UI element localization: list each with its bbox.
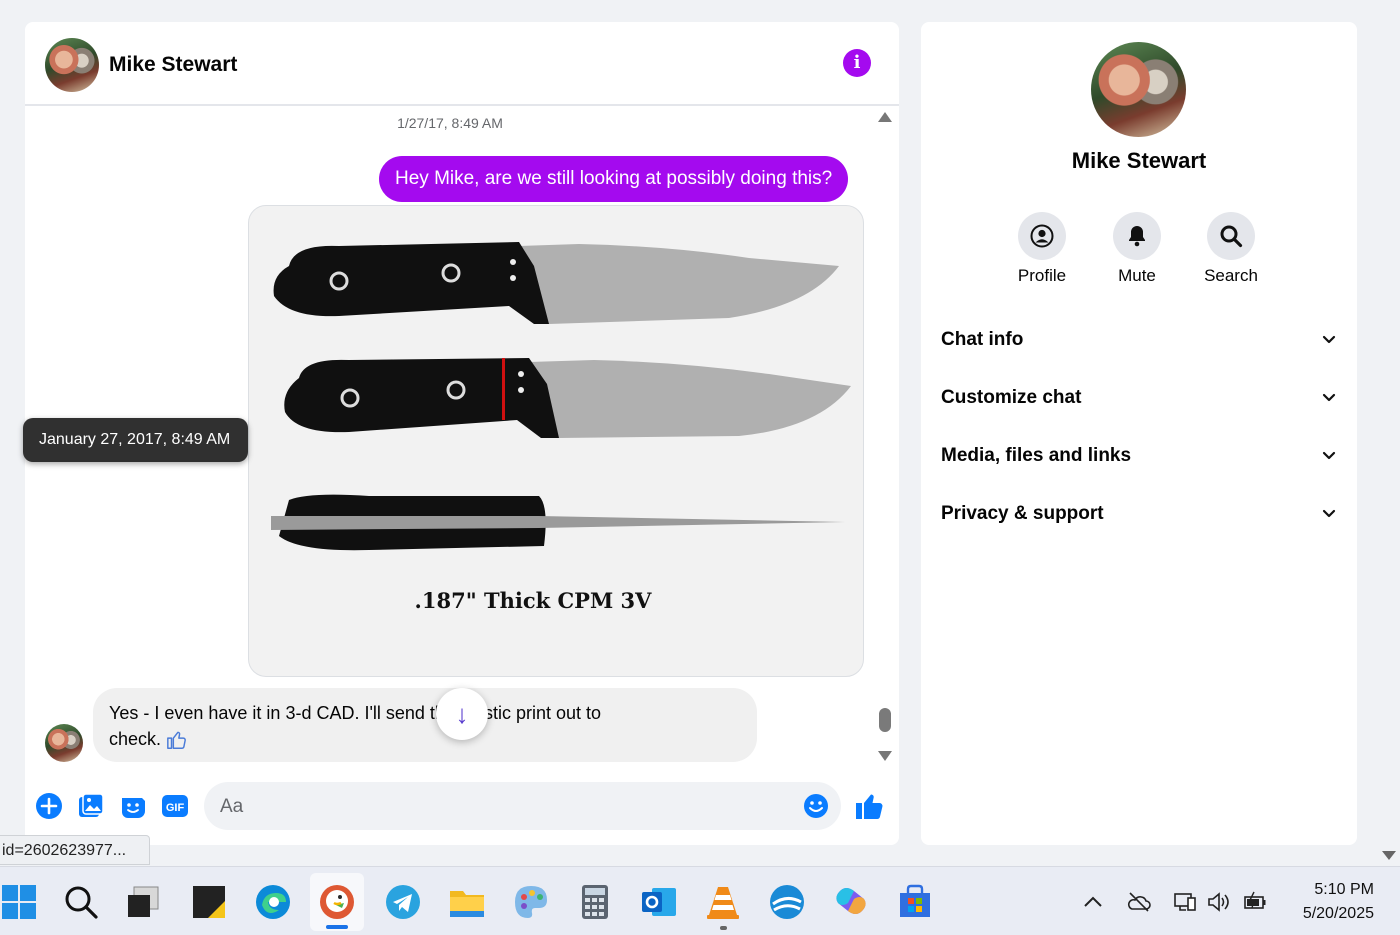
timestamp-tooltip: January 27, 2017, 8:49 AM: [23, 418, 248, 462]
clock-time[interactable]: 5:10 PM: [1290, 881, 1374, 899]
windows-start-icon[interactable]: [0, 883, 38, 921]
telegram-icon[interactable]: [384, 883, 422, 921]
scrollbar-up-arrow[interactable]: [878, 112, 892, 122]
chevron-down-icon: [1322, 335, 1336, 344]
chat-header: Mike Stewart i: [25, 22, 899, 106]
knife-drawing-image: .187" Thick CPM 3V: [271, 242, 851, 613]
copilot-icon[interactable]: [832, 883, 870, 921]
thumbs-up-icon: [167, 731, 186, 750]
section-label: Media, files and links: [941, 445, 1132, 466]
taskbar: 5:10 PM 5/20/2025: [0, 866, 1400, 935]
scrollbar-down-arrow[interactable]: [878, 751, 892, 761]
file-explorer-icon[interactable]: [448, 883, 486, 921]
calculator-icon[interactable]: [576, 883, 614, 921]
bell-icon: [1129, 226, 1145, 247]
microsoft-store-icon[interactable]: [896, 883, 934, 921]
like-icon[interactable]: [854, 790, 886, 822]
knife-2-blade: [529, 360, 851, 438]
profile-label: Profile: [1017, 266, 1067, 285]
profile-action[interactable]: Profile: [1002, 212, 1082, 286]
chevron-up-icon[interactable]: [1080, 889, 1106, 915]
search-label: Search: [1204, 266, 1258, 285]
section-chat-info[interactable]: Chat info: [941, 320, 1337, 360]
message-input-placeholder: Aa: [220, 796, 244, 817]
edge-icon[interactable]: [254, 883, 292, 921]
clock-date[interactable]: 5/20/2025: [1280, 905, 1374, 923]
shared-image[interactable]: .187" Thick CPM 3V: [248, 205, 864, 677]
search-icon: [1220, 225, 1243, 248]
gif-label: GIF: [166, 802, 185, 814]
chat-details-panel: Mike Stewart Profile Mute Search Chat in…: [921, 22, 1357, 845]
page-scroll-down-arrow[interactable]: [1382, 851, 1396, 860]
section-label: Chat info: [941, 329, 1024, 350]
contact-avatar-large[interactable]: [1091, 42, 1186, 137]
info-icon[interactable]: i: [843, 49, 871, 77]
contact-name[interactable]: Mike Stewart: [109, 53, 237, 77]
knife-1-blade: [519, 244, 839, 324]
network-icon[interactable]: [1172, 889, 1198, 915]
sticker-icon[interactable]: [119, 792, 147, 820]
scroll-to-bottom-button[interactable]: ↓: [436, 688, 488, 740]
search-icon[interactable]: [62, 883, 100, 921]
emoji-icon[interactable]: [803, 793, 829, 819]
scrollbar-thumb[interactable]: [879, 708, 891, 732]
contact-name-large: Mike Stewart: [1071, 148, 1207, 173]
chevron-down-icon: [1322, 509, 1336, 518]
paint-icon[interactable]: [512, 883, 550, 921]
gif-icon[interactable]: GIF: [161, 792, 189, 820]
chevron-down-icon: [1322, 393, 1336, 402]
task-view-icon[interactable]: [124, 883, 162, 921]
section-label: Customize chat: [941, 387, 1082, 408]
image-caption: .187" Thick CPM 3V: [415, 588, 653, 613]
profile-icon: [1030, 224, 1054, 248]
knife-3-spine: [271, 516, 845, 530]
photo-icon[interactable]: [77, 792, 105, 820]
section-media-files-links[interactable]: Media, files and links: [941, 436, 1337, 476]
status-bar-url: id=2602623977...: [0, 835, 150, 865]
mute-action[interactable]: Mute: [1097, 212, 1177, 286]
sticky-notes-icon[interactable]: [190, 883, 228, 921]
plus-icon[interactable]: [35, 792, 63, 820]
outlook-icon[interactable]: [640, 883, 678, 921]
knife-1-handle: [273, 242, 549, 324]
active-app-indicator: [326, 925, 348, 929]
volume-icon[interactable]: [1206, 889, 1232, 915]
message-timestamp: 1/27/17, 8:49 AM: [397, 115, 503, 131]
search-action[interactable]: Search: [1191, 212, 1271, 286]
outgoing-message[interactable]: Hey Mike, are we still looking at possib…: [379, 156, 849, 202]
contact-avatar-small[interactable]: [45, 724, 83, 762]
battery-charging-icon[interactable]: [1242, 889, 1268, 915]
running-app-indicator: [720, 926, 727, 930]
vlc-icon[interactable]: [704, 883, 742, 921]
onedrive-offline-icon[interactable]: [1126, 889, 1152, 915]
duckduckgo-icon[interactable]: [318, 883, 356, 921]
knife-2-handle: [284, 358, 559, 438]
message-input[interactable]: Aa: [204, 782, 841, 830]
incoming-message[interactable]: Yes - I even have it in 3-d CAD. I'll se…: [93, 688, 757, 762]
incoming-message-line2: check.: [109, 729, 162, 749]
mute-label: Mute: [1118, 266, 1156, 285]
virtualbox-icon[interactable]: [768, 883, 806, 921]
chevron-down-icon: [1322, 451, 1336, 460]
contact-avatar[interactable]: [45, 38, 99, 92]
section-customize-chat[interactable]: Customize chat: [941, 378, 1337, 418]
section-label: Privacy & support: [941, 503, 1104, 524]
section-privacy-support[interactable]: Privacy & support: [941, 494, 1337, 534]
incoming-message-line1: Yes - I even have it in 3-d CAD. I'll se…: [109, 703, 602, 723]
